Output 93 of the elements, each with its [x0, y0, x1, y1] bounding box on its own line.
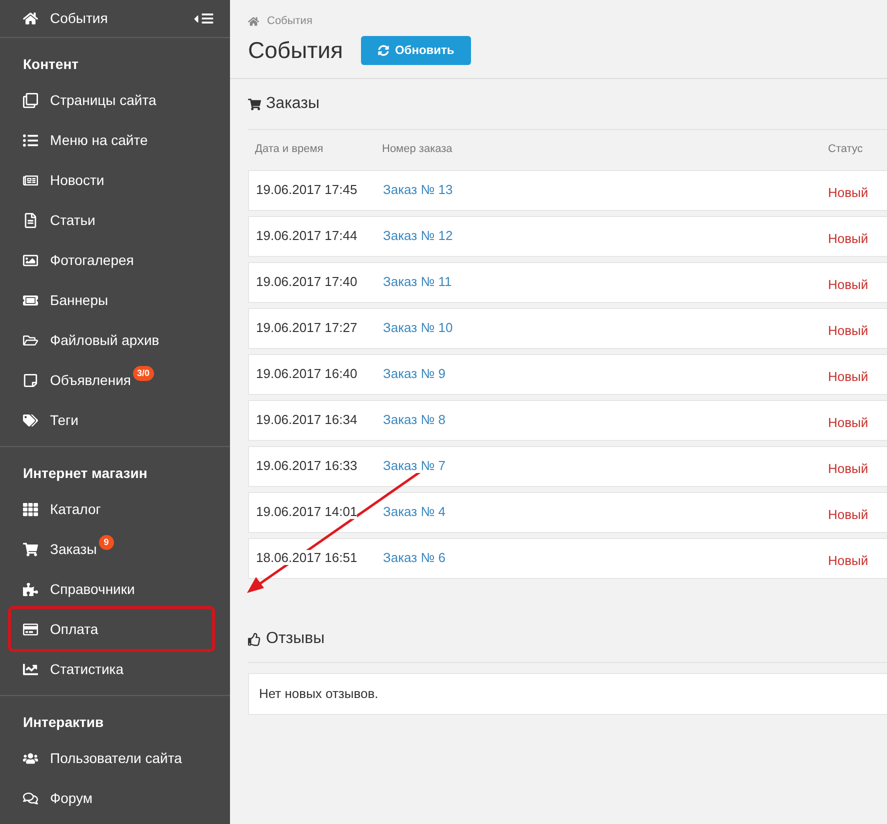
table-cell: 19.06.2017 16:40: [256, 366, 358, 382]
order-link[interactable]: Заказ № 7: [383, 458, 446, 474]
status-text: Новый: [828, 322, 868, 340]
list-icon: [23, 132, 38, 148]
sidebar-item-label: Справочники: [50, 580, 135, 599]
table-cell: 18.06.2017 16:51: [256, 550, 358, 566]
sidebar-item[interactable]: Фотогалерея: [0, 240, 230, 280]
sidebar-item[interactable]: Статистика: [0, 649, 230, 689]
image-icon: [23, 252, 38, 268]
pages-icon: [23, 92, 38, 108]
grid-icon: [23, 502, 38, 516]
status-text: Новый: [828, 184, 868, 202]
table-cell: 19.06.2017 16:34: [256, 412, 358, 428]
sidebar-item-label: Фотогалерея: [50, 250, 134, 270]
column-header: Статус: [828, 142, 863, 158]
table-cell: 19.06.2017 17:44: [256, 228, 358, 244]
order-link[interactable]: Заказ № 6: [383, 550, 446, 566]
section-title: Отзывы: [266, 629, 325, 649]
credit-card-icon: [23, 622, 38, 636]
sidebar-item[interactable]: Объявления 3/0: [0, 360, 230, 400]
sidebar-item-label: Страницы сайта: [50, 90, 156, 110]
column-header: Дата и время: [254, 142, 324, 158]
table-cell: 19.06.2017 17:40: [256, 274, 358, 290]
sidebar-item[interactable]: Баннеры: [0, 280, 230, 320]
sidebar-item-label: Новости: [50, 170, 104, 190]
sidebar-item-label: Баннеры: [50, 290, 108, 310]
tags-icon: [23, 412, 38, 428]
table-cell: 19.06.2017 17:45: [256, 182, 358, 198]
section-title: Заказы: [266, 94, 320, 114]
sidebar-item-label: Объявления: [50, 370, 131, 390]
status-text: Новый: [828, 414, 868, 432]
sidebar-item[interactable]: Теги: [0, 400, 230, 440]
sidebar-item[interactable]: Статьи: [0, 200, 230, 240]
comments-icon: [23, 790, 38, 806]
ticket-icon: [23, 292, 38, 308]
sidebar-item-label: Каталог: [50, 500, 101, 518]
sidebar-item-label: Меню на сайте: [50, 130, 148, 150]
sidebar-item-label: Теги: [50, 410, 78, 430]
sidebar-item[interactable]: Форум: [0, 778, 230, 818]
document-icon: [23, 212, 38, 228]
refresh-icon: [378, 44, 389, 56]
sidebar-item[interactable]: Справочники: [0, 569, 230, 609]
sidebar-item-label: Статьи: [50, 210, 96, 230]
order-link[interactable]: Заказ № 12: [383, 228, 453, 244]
sidebar-item[interactable]: Каталог: [0, 489, 230, 529]
status-text: Новый: [828, 276, 868, 294]
sidebar-item[interactable]: Меню на сайте: [0, 120, 230, 160]
order-link[interactable]: Заказ № 11: [383, 274, 452, 290]
puzzle-icon: [23, 582, 38, 596]
sidebar-item[interactable]: Заказы 9: [0, 529, 230, 569]
order-link[interactable]: Заказ № 13: [383, 182, 453, 198]
order-link[interactable]: Заказ № 9: [383, 366, 446, 382]
status-text: Новый: [828, 506, 868, 524]
sidebar-item[interactable]: Новости: [0, 160, 230, 200]
status-text: Новый: [828, 460, 868, 478]
thumbs-up-icon: [248, 632, 261, 646]
cart-icon: [248, 98, 261, 110]
table-cell: 19.06.2017 17:27: [256, 320, 358, 336]
users-icon: [23, 750, 38, 766]
section-heading: Интерактив: [22, 713, 105, 732]
count-badge: 3/0: [132, 366, 154, 380]
sidebar-item[interactable]: События: [50, 8, 108, 29]
sidebar-item-label: Заказы: [50, 540, 97, 558]
cart-icon: [23, 542, 38, 556]
sidebar-item[interactable]: Файловый архив: [0, 320, 230, 360]
chart-icon: [23, 662, 38, 676]
folder-icon: [23, 332, 38, 348]
order-link[interactable]: Заказ № 4: [383, 504, 446, 520]
count-badge: 9: [98, 534, 114, 550]
section-heading: Интернет магазин: [22, 464, 148, 483]
order-link[interactable]: Заказ № 10: [383, 320, 453, 336]
table-cell: 19.06.2017 16:33: [256, 458, 358, 474]
sidebar-item-label: Оплата: [50, 620, 98, 638]
status-text: Новый: [828, 230, 868, 248]
sidebar-item[interactable]: Страницы сайта: [0, 80, 230, 120]
empty-message: Нет новых отзывов.: [259, 684, 378, 703]
newspaper-icon: [23, 172, 38, 188]
page-title: События: [248, 36, 343, 65]
sidebar-item-label: Файловый архив: [50, 330, 160, 350]
sidebar-item[interactable]: Пользователи сайта: [0, 738, 230, 778]
section-heading: Контент: [22, 55, 80, 74]
status-text: Новый: [828, 552, 868, 570]
order-link[interactable]: Заказ № 8: [383, 412, 446, 428]
table-cell: 19.06.2017 14:01: [256, 504, 358, 520]
status-text: Новый: [828, 368, 868, 386]
home-icon: [23, 11, 38, 26]
sidebar-item-label: Статистика: [50, 660, 124, 678]
column-header: Номер заказа: [382, 142, 454, 158]
sidebar-item-label: Форум: [50, 788, 93, 808]
sidebar-item[interactable]: Оплата: [11, 609, 212, 649]
home-icon: [248, 16, 259, 26]
sidebar-item-label: Пользователи сайта: [50, 748, 182, 768]
note-icon: [23, 372, 38, 388]
